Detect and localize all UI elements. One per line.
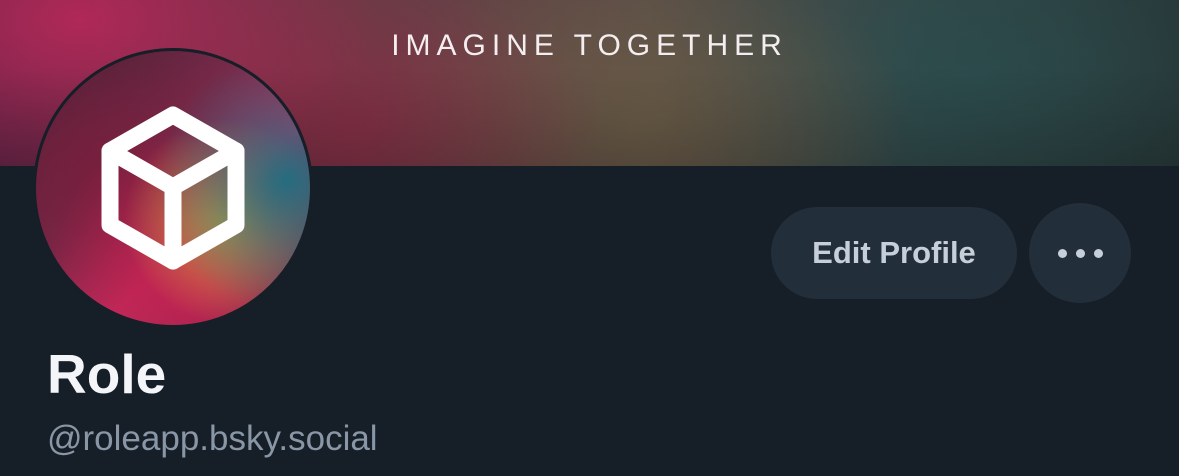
avatar[interactable] <box>33 48 313 328</box>
edit-profile-button[interactable]: Edit Profile <box>771 207 1017 299</box>
more-options-button[interactable] <box>1029 203 1131 303</box>
cube-icon <box>101 106 245 270</box>
display-name: Role <box>47 343 167 405</box>
profile-handle[interactable]: @roleapp.bsky.social <box>47 418 378 460</box>
more-horizontal-icon <box>1093 248 1103 258</box>
profile-header: IMAGINE TOGETHER Edit Profile Role @role… <box>0 0 1179 476</box>
more-horizontal-icon <box>1057 248 1067 258</box>
more-horizontal-icon <box>1075 248 1085 258</box>
